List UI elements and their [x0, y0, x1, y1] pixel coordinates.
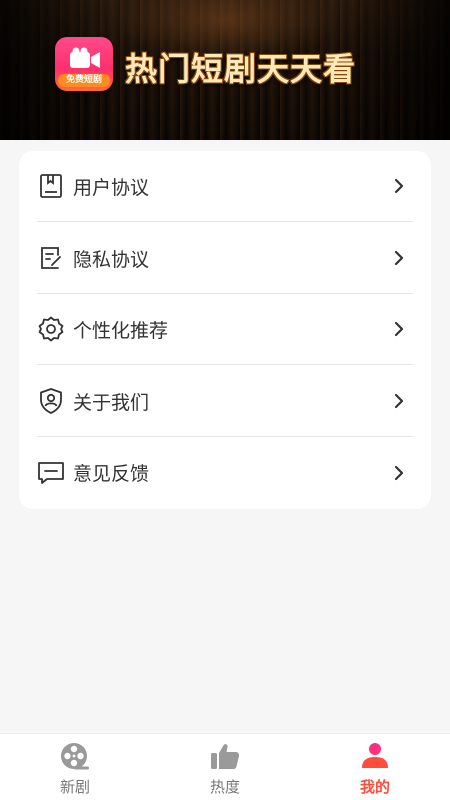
chevron-right-icon: [394, 465, 404, 480]
chevron-right-icon: [394, 393, 404, 409]
settings-gear-icon: [37, 315, 65, 343]
privacy-document-icon: [37, 244, 65, 272]
menu-item-label: 个性化推荐: [73, 319, 169, 342]
menu-item-feedback[interactable]: 意见反馈: [37, 437, 413, 508]
chevron-right-icon: [394, 250, 404, 266]
chevron-right-icon: [394, 321, 404, 337]
menu-item-privacy-agreement[interactable]: 隐私协议: [37, 223, 413, 294]
nav-tab-label: 新剧: [59, 778, 90, 796]
user-profile-icon: [359, 742, 391, 770]
banner-title: 热门短剧天天看: [125, 50, 357, 88]
settings-menu-card: 用户协议 隐私协议 个性化推荐 关于我们 意见反馈: [19, 151, 431, 509]
menu-item-about-us[interactable]: 关于我们: [37, 366, 413, 437]
menu-item-user-agreement[interactable]: 用户协议: [37, 151, 413, 222]
menu-item-label: 意见反馈: [73, 463, 150, 485]
app-logo: 免费短剧: [55, 37, 113, 91]
nav-tab-label: 热度: [209, 778, 240, 796]
shield-user-icon: [37, 387, 65, 415]
menu-item-label: 关于我们: [73, 391, 150, 414]
menu-item-personalized-recommendation[interactable]: 个性化推荐: [37, 294, 413, 365]
nav-tab-popularity[interactable]: 热度: [150, 734, 300, 800]
menu-item-label: 用户协议: [73, 176, 150, 199]
nav-tab-label: 我的: [359, 778, 390, 796]
film-reel-icon: [59, 742, 91, 770]
menu-item-label: 隐私协议: [73, 248, 150, 271]
header-banner: 免费短剧 热门短剧天天看: [0, 0, 450, 140]
chevron-right-icon: [394, 178, 404, 194]
thumbs-up-icon: [209, 742, 241, 770]
agreement-book-icon: [37, 172, 65, 200]
video-camera-icon: [70, 47, 100, 68]
nav-tab-mine[interactable]: 我的: [300, 734, 450, 800]
feedback-message-icon: [37, 459, 65, 487]
logo-badge-text: 免费短剧: [58, 74, 110, 87]
nav-tab-new-dramas[interactable]: 新剧: [0, 734, 150, 800]
bottom-nav: 新剧 热度 我的: [0, 733, 450, 800]
